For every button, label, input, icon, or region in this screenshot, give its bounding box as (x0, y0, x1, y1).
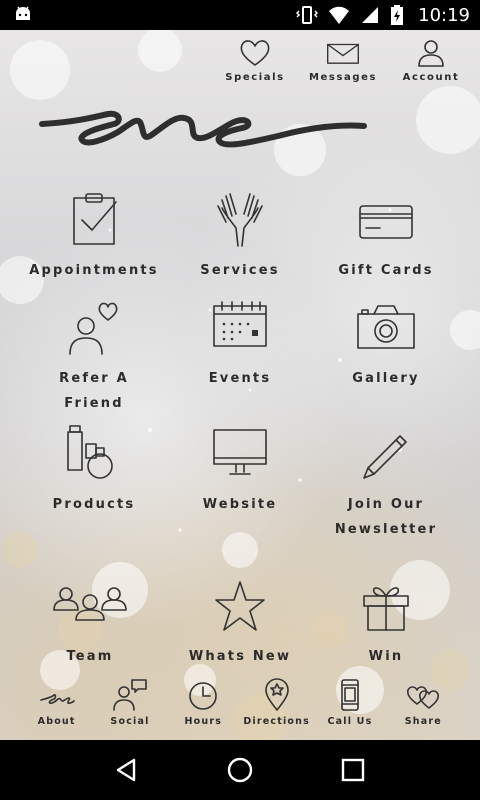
envelope-icon (327, 43, 359, 64)
pencil-icon (363, 435, 407, 479)
products-label: Products (52, 497, 136, 512)
status-icons: 10:19 (296, 0, 470, 30)
bottom-nav-about[interactable]: About (22, 678, 92, 727)
open-hands-icon (217, 193, 263, 247)
wifi-icon (329, 6, 350, 24)
gallery-label: Gallery (352, 371, 420, 386)
clock-icon (189, 682, 218, 710)
map-pin-star-icon (264, 678, 289, 711)
grid-win[interactable]: Win (306, 574, 466, 669)
clipboard-check-icon (73, 193, 117, 245)
services-label: Services (200, 263, 280, 278)
credit-card-icon (359, 205, 413, 239)
status-bar: 10:19 (0, 0, 480, 30)
grid-appointments[interactable]: Appointments (14, 188, 174, 283)
signal-icon (362, 7, 379, 23)
monitor-icon (213, 429, 267, 475)
share-label: Share (404, 716, 442, 727)
grid-gift-cards[interactable]: Gift Cards (306, 188, 466, 283)
bottom-nav-social[interactable]: Social (95, 678, 165, 727)
gift-cards-label: Gift Cards (338, 263, 434, 278)
eve-logo (39, 110, 367, 148)
top-nav-messages-label: Messages (308, 72, 378, 83)
phone-icon (341, 679, 359, 711)
website-label: Website (202, 497, 278, 512)
team-label: Team (66, 649, 114, 664)
whats-new-label: Whats New (188, 649, 292, 664)
refer-a-friend-label: Refer A Friend (59, 371, 129, 411)
grid-team[interactable]: Team (10, 574, 170, 669)
top-nav-account-label: Account (402, 72, 460, 83)
grid-join-newsletter[interactable]: Join Our Newsletter (306, 422, 466, 542)
back-icon[interactable] (112, 755, 142, 785)
clock-time: 10:19 (418, 4, 470, 26)
social-label: Social (110, 716, 150, 727)
hours-label: Hours (184, 716, 223, 727)
person-heart-icon (69, 302, 118, 355)
home-icon[interactable] (225, 755, 255, 785)
heart-icon (240, 40, 270, 66)
appointments-label: Appointments (29, 263, 159, 278)
join-newsletter-label: Join Our Newsletter (334, 497, 438, 537)
eve-logo-icon (39, 694, 75, 705)
bottom-nav-share[interactable]: Share (388, 678, 458, 727)
top-nav-messages[interactable]: Messages (308, 38, 378, 83)
person-chat-icon (113, 679, 147, 711)
grid-website[interactable]: Website (160, 422, 320, 517)
calendar-icon (213, 301, 267, 347)
bottom-nav: About Social Hours Directions Call Us Sh… (0, 678, 480, 740)
call-us-label: Call Us (327, 716, 373, 727)
hearts-icon (407, 686, 440, 709)
vibrate-icon (296, 6, 319, 24)
recents-icon[interactable] (338, 755, 368, 785)
battery-charging-icon (391, 5, 404, 25)
top-nav-account[interactable]: Account (396, 38, 466, 83)
bottom-nav-hours[interactable]: Hours (168, 678, 238, 727)
cosmetics-icon (67, 425, 113, 479)
group-icon (53, 587, 127, 621)
grid-events[interactable]: Events (160, 296, 320, 391)
directions-label: Directions (243, 716, 310, 727)
gift-icon (363, 587, 409, 631)
grid-products[interactable]: Products (14, 422, 174, 517)
grid-gallery[interactable]: Gallery (306, 296, 466, 391)
bottom-nav-call-us[interactable]: Call Us (315, 678, 385, 727)
events-label: Events (208, 371, 272, 386)
win-label: Win (368, 649, 404, 664)
android-notification-icon (16, 6, 30, 20)
top-nav: Specials Messages Account (220, 38, 466, 83)
star-icon (215, 581, 265, 631)
top-nav-specials-label: Specials (225, 72, 285, 83)
person-icon (418, 40, 444, 67)
about-label: About (37, 716, 76, 727)
system-navigation-bar (0, 740, 480, 800)
grid-whats-new[interactable]: Whats New (160, 574, 320, 669)
bottom-nav-directions[interactable]: Directions (242, 678, 312, 727)
top-nav-specials[interactable]: Specials (220, 38, 290, 83)
camera-icon (357, 305, 415, 349)
grid-refer-a-friend[interactable]: Refer A Friend (14, 296, 174, 416)
app-screen: Specials Messages Account Appointments S… (0, 30, 480, 740)
grid-services[interactable]: Services (160, 188, 320, 283)
